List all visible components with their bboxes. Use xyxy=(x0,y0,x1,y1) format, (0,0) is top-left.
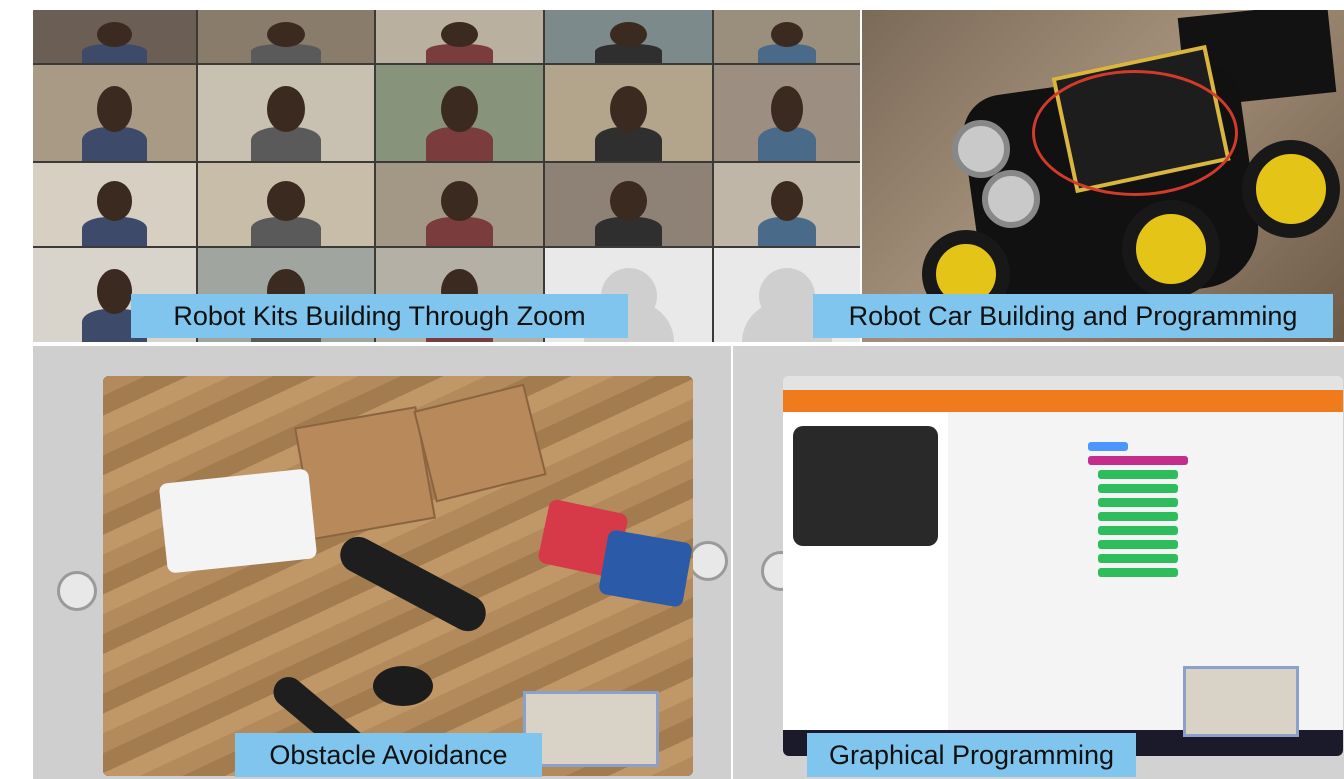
participant-head xyxy=(441,21,478,48)
code-block xyxy=(1098,526,1178,535)
participant-head xyxy=(96,21,133,48)
zoom-participant-tile xyxy=(198,163,374,246)
participant-body xyxy=(81,216,148,246)
zoom-gallery-photo xyxy=(33,10,860,342)
ipad-home-button xyxy=(57,571,97,611)
participant-body xyxy=(426,127,493,161)
participant-body xyxy=(250,127,322,161)
ultrasonic-sensor-right xyxy=(982,170,1040,228)
ipad-screen xyxy=(103,376,693,776)
participant-head xyxy=(770,86,804,133)
code-block xyxy=(1098,484,1178,493)
participant-body xyxy=(426,216,493,246)
ipad-screen xyxy=(783,376,1343,756)
participant-body xyxy=(757,127,817,161)
participant-head xyxy=(96,86,133,133)
participant-body xyxy=(250,216,322,246)
ipad-obstacle-avoidance-photo xyxy=(33,346,731,779)
participant-body xyxy=(250,44,322,63)
makecode-header xyxy=(783,390,1343,412)
video-call-thumbnail xyxy=(1183,666,1299,737)
caption-zoom-building: Robot Kits Building Through Zoom xyxy=(131,294,628,338)
zoom-participant-tile xyxy=(545,163,712,246)
participant-head xyxy=(441,181,478,222)
zoom-participant-tile xyxy=(33,65,196,161)
participant-body xyxy=(757,216,817,246)
cardboard-box xyxy=(294,406,436,540)
zoom-participant-tile xyxy=(714,163,860,246)
zoom-participant-tile xyxy=(545,10,712,63)
participant-head xyxy=(610,21,647,48)
participant-head xyxy=(610,181,647,222)
white-cooler xyxy=(158,468,318,574)
participant-head xyxy=(441,86,478,133)
code-block xyxy=(1098,512,1178,521)
participant-body xyxy=(595,216,662,246)
ipad-graphical-programming-photo xyxy=(733,346,1344,779)
zoom-participant-tile xyxy=(376,10,543,63)
caption-robot-car: Robot Car Building and Programming xyxy=(813,294,1333,338)
wheel-rear-right xyxy=(1242,140,1340,238)
participant-head xyxy=(770,181,804,222)
code-block xyxy=(1098,554,1178,563)
ipad-side-button xyxy=(688,541,728,581)
zoom-participant-tile xyxy=(714,65,860,161)
participant-body xyxy=(81,44,148,63)
microbit-simulator xyxy=(793,426,938,546)
participant-body xyxy=(81,127,148,161)
code-block xyxy=(1098,568,1178,577)
participant-body xyxy=(595,127,662,161)
code-block xyxy=(1088,456,1188,465)
participant-head xyxy=(266,86,306,133)
code-block xyxy=(1088,442,1128,451)
wheel-front-right xyxy=(1122,200,1220,298)
zoom-participant-tile xyxy=(545,65,712,161)
participant-head xyxy=(770,21,804,48)
code-block xyxy=(1098,540,1178,549)
zoom-participant-tile xyxy=(376,163,543,246)
code-block xyxy=(1098,498,1178,507)
zoom-participant-tile xyxy=(198,10,374,63)
participant-body xyxy=(757,44,817,63)
code-block xyxy=(1098,470,1178,479)
robot-car xyxy=(373,666,433,706)
video-call-thumbnail xyxy=(523,691,659,767)
zoom-participant-tile xyxy=(198,65,374,161)
participant-head xyxy=(266,21,306,48)
participant-head xyxy=(266,181,306,222)
zoom-participant-tile xyxy=(714,10,860,63)
participant-body xyxy=(595,44,662,63)
zoom-participant-tile xyxy=(376,65,543,161)
zoom-participant-tile xyxy=(33,10,196,63)
participant-head xyxy=(96,181,133,222)
participant-head xyxy=(610,86,647,133)
participant-head xyxy=(96,268,133,314)
zoom-participant-tile xyxy=(33,163,196,246)
browser-toolbar xyxy=(783,376,1343,390)
ultrasonic-sensor-left xyxy=(952,120,1010,178)
robot-car-photo xyxy=(862,10,1344,342)
caption-graphical-programming: Graphical Programming xyxy=(807,733,1136,777)
red-wire xyxy=(1032,70,1238,196)
participant-body xyxy=(426,44,493,63)
caption-obstacle-avoidance: Obstacle Avoidance xyxy=(235,733,542,777)
